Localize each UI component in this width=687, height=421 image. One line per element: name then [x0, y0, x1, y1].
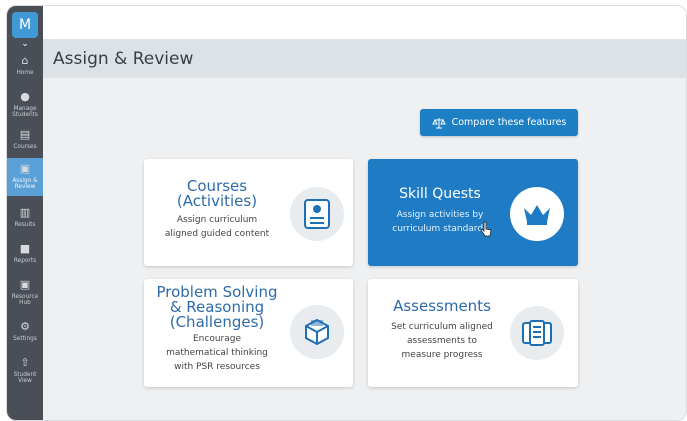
card-assessments[interactable]: Assessments Set curriculum aligned asses…	[368, 279, 578, 387]
crown-icon	[510, 187, 564, 241]
compare-features-label: Compare these features	[451, 117, 567, 128]
card-assessments-desc: measure progress	[401, 350, 483, 360]
card-courses-title-sub: (Activities)	[176, 192, 258, 210]
sidebar-item-home[interactable]: ⌂ Home	[7, 50, 43, 88]
sidebar-item-label: Student View	[13, 372, 37, 384]
card-skill-quests[interactable]: Skill Quests Assign activities by curric…	[368, 159, 578, 266]
gear-icon: ⚙	[20, 320, 30, 333]
sidebar-item-manage-students[interactable]: ● Manage Students	[7, 86, 43, 124]
logo[interactable]: M	[12, 12, 38, 38]
card-assessments-desc: Set curriculum aligned	[391, 322, 493, 332]
sidebar-item-reports[interactable]: ■ Reports	[7, 238, 43, 276]
card-courses-text: Courses (Activities) Assign curriculum a…	[152, 179, 282, 241]
sidebar-item-label: Courses	[13, 144, 37, 150]
sidebar-item-label: Reports	[13, 258, 37, 264]
assign-icon: ▣	[19, 162, 31, 175]
scale-icon	[431, 117, 446, 128]
compare-features-button[interactable]: Compare these features	[420, 109, 578, 136]
sidebar: M ⌄ ⌂ Home ● Manage Students ▤ Courses ▣…	[7, 6, 43, 420]
results-icon: ▥	[19, 206, 31, 219]
card-problem-solving-desc: mathematical thinking	[166, 348, 268, 358]
card-assessments-title: Assessments	[393, 297, 491, 315]
students-icon: ●	[20, 90, 30, 103]
card-skill-quests-title: Skill Quests	[399, 186, 481, 202]
sidebar-item-label: Settings	[13, 336, 37, 342]
top-bar	[43, 6, 686, 40]
card-problem-solving-desc: with PSR resources	[174, 362, 260, 372]
sidebar-item-label: Results	[14, 222, 36, 228]
card-assessments-desc: assessments to	[407, 336, 477, 346]
logo-letter: M	[18, 17, 32, 33]
sidebar-item-settings[interactable]: ⚙ Settings	[7, 316, 43, 354]
card-skill-quests-desc: Assign activities by	[396, 210, 484, 220]
card-assessments-text: Assessments Set curriculum aligned asses…	[376, 299, 508, 362]
resource-icon: ▣	[19, 278, 31, 291]
checklist-icon	[290, 187, 344, 241]
assessment-icon	[510, 306, 564, 360]
card-problem-solving-text: Problem Solving & Reasoning (Challenges)…	[152, 285, 282, 374]
sidebar-item-results[interactable]: ▥ Results	[7, 202, 43, 240]
app-window: M ⌄ ⌂ Home ● Manage Students ▤ Courses ▣…	[6, 5, 687, 421]
sidebar-item-label: Manage Students	[12, 106, 38, 118]
card-problem-solving[interactable]: Problem Solving & Reasoning (Challenges)…	[144, 279, 353, 387]
sidebar-item-resource-hub[interactable]: ▣ Resource Hub	[7, 274, 43, 312]
sidebar-item-label: Home	[16, 70, 34, 76]
home-icon: ⌂	[21, 54, 29, 67]
puzzle-box-icon	[290, 305, 344, 359]
chevron-down-icon[interactable]: ⌄	[19, 39, 31, 49]
card-problem-solving-title: (Challenges)	[169, 313, 265, 331]
card-courses[interactable]: Courses (Activities) Assign curriculum a…	[144, 159, 353, 266]
page-title: Assign & Review	[53, 49, 194, 69]
sidebar-item-student-view[interactable]: ⇧ Student View	[7, 352, 43, 390]
student-view-icon: ⇧	[20, 356, 30, 369]
sidebar-item-assign-review[interactable]: ▣ Assign & Review	[7, 158, 43, 196]
card-problem-solving-desc: Encourage	[192, 334, 241, 344]
title-bar: Assign & Review	[43, 40, 686, 78]
courses-icon: ▤	[19, 128, 31, 141]
sidebar-item-label: Assign & Review	[12, 178, 38, 190]
card-courses-desc: Assign curriculum	[176, 215, 258, 225]
sidebar-item-courses[interactable]: ▤ Courses	[7, 124, 43, 162]
card-courses-desc: aligned guided content	[164, 229, 270, 239]
mouse-cursor-icon	[480, 221, 492, 237]
reports-icon: ■	[19, 242, 31, 255]
sidebar-item-label: Resource Hub	[11, 294, 39, 306]
